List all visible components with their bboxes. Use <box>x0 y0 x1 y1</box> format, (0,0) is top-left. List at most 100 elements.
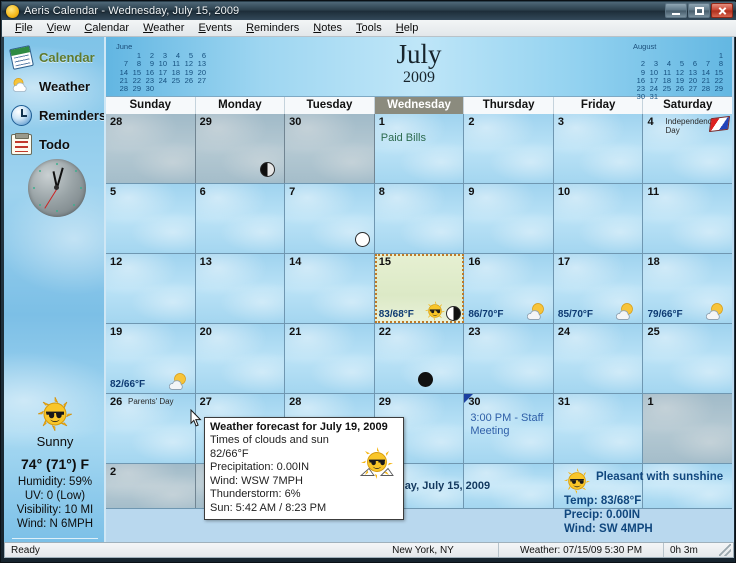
calendar-panel: June 123456 7 8 9 10 11 12 13 14 15 16 17 18 19 20 2… <box>106 37 732 542</box>
menu-reminders[interactable]: Reminders <box>239 21 306 35</box>
calendar-icon <box>9 45 34 70</box>
event-text[interactable]: 3:00 PM - Staff Meeting <box>470 412 549 438</box>
day-number: 6 <box>199 186 206 198</box>
sun-cloud-icon[interactable] <box>526 301 549 321</box>
day-cell[interactable]: 19 82/66°F <box>106 324 196 393</box>
sidebar-weather-temperature: 74° (71°) F <box>21 456 89 472</box>
day-number: 7 <box>289 186 296 198</box>
day-cell[interactable]: 7 <box>285 184 375 253</box>
day-cell[interactable]: 2 <box>106 464 196 508</box>
day-cell[interactable]: 23 <box>464 324 554 393</box>
menu-calendar[interactable]: Calendar <box>77 21 136 35</box>
day-cell[interactable]: 5 <box>106 184 196 253</box>
day-cell-today[interactable]: 15 83/68°F <box>374 254 465 323</box>
client-area: Calendar Weather Reminders Todo Sunny 74… <box>4 37 734 542</box>
menu-view[interactable]: View <box>40 21 78 35</box>
sidebar-label-todo: Todo <box>39 137 70 152</box>
day-cell[interactable]: 21 <box>285 324 375 393</box>
sun-cloud-icon[interactable] <box>705 301 728 321</box>
bottom-weather-summary: Pleasant with sunshine Temp: 83/68°F Pre… <box>564 468 726 536</box>
day-cell[interactable]: 29 <box>195 114 286 183</box>
weekday-wednesday[interactable]: Wednesday <box>374 97 465 114</box>
event-text[interactable]: Paid Bills <box>381 132 460 145</box>
day-cell[interactable]: 18 79/66°F <box>643 254 732 323</box>
day-cell[interactable]: 1 <box>643 394 732 463</box>
day-cell[interactable]: 10 <box>553 184 644 253</box>
mini-next-grid: 1 2345678 9 10 11 12 13 14 15 16 17 18 19 20 21 22 2… <box>636 51 723 102</box>
day-cell[interactable]: 4 Independence Day <box>643 114 732 183</box>
day-cell[interactable]: 6 <box>195 184 286 253</box>
menu-notes[interactable]: Notes <box>306 21 349 35</box>
sun-cloud-icon[interactable] <box>168 371 191 391</box>
minimize-button[interactable] <box>665 3 687 18</box>
day-number: 21 <box>289 326 302 338</box>
menu-tools[interactable]: Tools <box>349 21 389 35</box>
sun-sunglasses-icon <box>564 468 590 494</box>
sidebar-item-reminders[interactable]: Reminders <box>4 101 104 130</box>
menu-events[interactable]: Events <box>191 21 239 35</box>
menu-weather[interactable]: Weather <box>136 21 191 35</box>
cell-temperature: 85/70°F <box>557 309 594 320</box>
day-cell[interactable]: 2 <box>464 114 554 183</box>
day-cell[interactable]: 8 <box>374 184 465 253</box>
close-button[interactable] <box>711 3 733 18</box>
day-number: 28 <box>110 116 123 128</box>
weekday-friday[interactable]: Friday <box>554 97 644 114</box>
mini-calendar-next[interactable]: August 1 2345678 9 10 11 12 13 14 15 16 17 18 19 2… <box>633 42 724 102</box>
clock-icon <box>11 105 32 126</box>
sun-sunglasses-icon[interactable] <box>424 301 446 321</box>
day-number: 30 <box>289 116 302 128</box>
day-number: 30 <box>468 396 481 408</box>
weekday-sunday[interactable]: Sunday <box>106 97 196 114</box>
day-cell[interactable]: 11 <box>643 184 732 253</box>
day-cell[interactable]: 16 86/70°F <box>464 254 554 323</box>
resize-grip[interactable] <box>719 544 731 556</box>
day-cell[interactable]: 17 85/70°F <box>553 254 644 323</box>
weekday-monday[interactable]: Monday <box>196 97 286 114</box>
day-cell[interactable]: 20 <box>195 324 286 393</box>
title-bar: Aeris Calendar - Wednesday, July 15, 200… <box>2 2 736 20</box>
day-cell[interactable]: 1 Paid Bills <box>374 114 465 183</box>
mini-next-month-name: August <box>633 42 657 51</box>
day-number: 23 <box>468 326 481 338</box>
day-cell[interactable]: 13 <box>195 254 286 323</box>
application-window: Aeris Calendar - Wednesday, July 15, 200… <box>0 0 736 563</box>
day-cell[interactable]: 12 <box>106 254 196 323</box>
menu-help[interactable]: Help <box>389 21 426 35</box>
day-cell[interactable]: 9 <box>464 184 554 253</box>
day-number: 5 <box>110 186 117 198</box>
day-number: 20 <box>199 326 212 338</box>
menu-file[interactable]: FFileile <box>8 21 40 35</box>
app-sun-icon <box>6 4 19 18</box>
day-cell[interactable]: 31 <box>553 394 644 463</box>
day-cell[interactable]: 3 <box>553 114 644 183</box>
sun-cloud-icon[interactable] <box>616 301 638 321</box>
clipboard-icon <box>11 133 32 155</box>
day-number: 25 <box>647 326 660 338</box>
holiday-label: Parents' Day <box>128 397 174 406</box>
weekday-tuesday[interactable]: Tuesday <box>285 97 375 114</box>
day-number: 9 <box>468 186 475 198</box>
day-number: 28 <box>289 396 302 408</box>
week-row: 28 29 30 1 Paid Bills 2 3 4 Independence… <box>106 114 732 184</box>
day-cell[interactable]: 25 <box>643 324 732 393</box>
moon-phase-new-icon <box>418 372 434 387</box>
day-cell[interactable]: 30 <box>285 114 375 183</box>
sidebar-item-todo[interactable]: Todo <box>4 130 104 159</box>
maximize-button[interactable] <box>688 3 710 18</box>
day-cell[interactable]: 28 <box>106 114 196 183</box>
week-row: 5 6 7 8 9 10 11 <box>106 184 732 254</box>
sidebar-label-weather: Weather <box>39 79 91 94</box>
bottom-weather-condition: Pleasant with sunshine <box>596 471 724 483</box>
day-cell[interactable]: 22 <box>374 324 465 393</box>
sidebar-item-weather[interactable]: Weather <box>4 72 104 101</box>
sidebar: Calendar Weather Reminders Todo Sunny 74… <box>4 37 106 542</box>
day-cell[interactable]: 14 <box>285 254 375 323</box>
weekday-thursday[interactable]: Thursday <box>464 97 554 114</box>
day-cell[interactable]: 24 <box>553 324 644 393</box>
day-number: 19 <box>110 326 123 338</box>
sidebar-item-calendar[interactable]: Calendar <box>4 43 104 72</box>
day-cell[interactable]: 26 Parents' Day <box>106 394 196 463</box>
day-cell[interactable]: 30 3:00 PM - Staff Meeting <box>464 394 554 463</box>
day-number: 15 <box>378 256 391 268</box>
